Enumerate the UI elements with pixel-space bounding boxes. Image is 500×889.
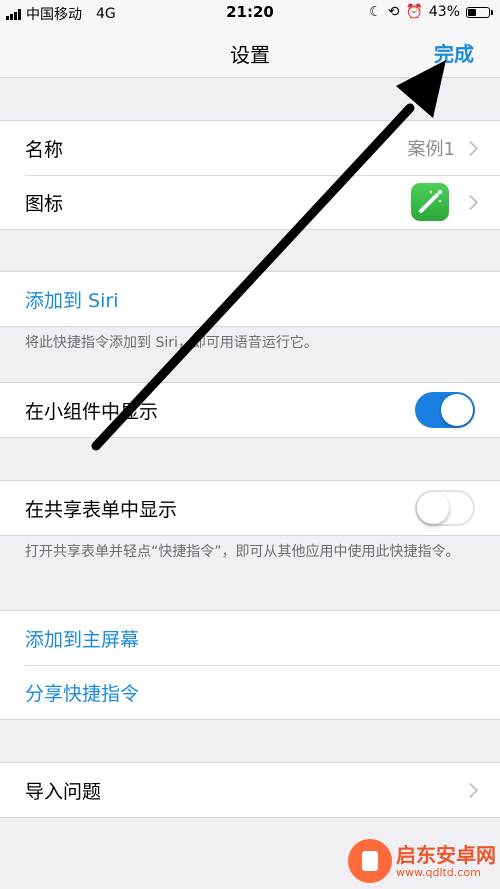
toggle-knob [441, 394, 473, 426]
add-to-siri-link[interactable]: 添加到 Siri [25, 286, 118, 313]
siri-note: 将此快捷指令添加到 Siri，即可用语音运行它。 [25, 335, 318, 351]
name-label: 名称 [25, 138, 64, 161]
battery-fill [468, 8, 476, 16]
watermark-text: 启东安卓网 www.qdltd.com [396, 844, 496, 879]
share-toggle[interactable] [415, 490, 475, 526]
orientation-lock-icon: ⟲ [387, 4, 400, 20]
toggle-knob [417, 492, 449, 524]
status-bar: 中国移动 4G 21:20 ☾ ⟲ ⏰ 43% [0, 0, 500, 26]
chevron-right-icon [462, 140, 479, 156]
icon-row-right [411, 175, 479, 229]
import-label: 导入问题 [25, 780, 102, 803]
nav-bar: 设置 完成 [0, 26, 500, 78]
battery-percent: 43% [428, 4, 460, 20]
share-group: 在共享表单中显示 [0, 480, 500, 536]
share-note: 打开共享表单并轻点“快捷指令”，即可从其他应用中使用此快捷指令。 [25, 544, 460, 560]
watermark: 启东安卓网 www.qdltd.com [348, 839, 496, 883]
magic-wand-icon [411, 183, 449, 221]
name-row[interactable]: 名称 案例1 [0, 121, 500, 175]
watermark-logo-icon [348, 839, 392, 883]
name-value: 案例1 [407, 139, 455, 160]
widget-toggle[interactable] [415, 392, 475, 428]
done-button[interactable]: 完成 [434, 38, 474, 67]
chevron-right-icon [462, 782, 479, 798]
add-home-row[interactable]: 添加到主屏幕 [0, 611, 500, 665]
share-shortcut-row[interactable]: 分享快捷指令 [0, 665, 500, 719]
action-group: 添加到主屏幕 分享快捷指令 [0, 610, 500, 720]
share-shortcut-link[interactable]: 分享快捷指令 [25, 679, 139, 706]
icon-row[interactable]: 图标 [0, 175, 500, 229]
watermark-name: 启东安卓网 [396, 842, 496, 867]
battery-icon [466, 6, 493, 18]
import-row[interactable]: 导入问题 [0, 763, 500, 817]
add-to-siri-row[interactable]: 添加到 Siri [0, 272, 500, 326]
info-group: 名称 案例1 图标 [0, 120, 500, 230]
icon-label: 图标 [25, 192, 64, 215]
watermark-url: www.qdltd.com [396, 865, 481, 879]
siri-group: 添加到 Siri [0, 271, 500, 327]
chevron-right-icon [462, 194, 479, 210]
alarm-icon: ⏰ [405, 4, 423, 20]
share-label: 在共享表单中显示 [25, 498, 178, 521]
status-right: ☾ ⟲ ⏰ 43% [369, 4, 493, 20]
name-row-right: 案例1 [407, 121, 479, 175]
import-group: 导入问题 [0, 762, 500, 818]
moon-icon: ☾ [369, 4, 382, 20]
widget-label: 在小组件中显示 [25, 400, 159, 423]
widget-group: 在小组件中显示 [0, 382, 500, 438]
widget-row: 在小组件中显示 [0, 383, 500, 437]
share-row: 在共享表单中显示 [0, 481, 500, 535]
page-title: 设置 [230, 43, 270, 67]
add-to-home-screen-link[interactable]: 添加到主屏幕 [25, 625, 139, 652]
widget-row-right [415, 383, 475, 437]
import-row-right [462, 763, 479, 817]
share-row-right [415, 481, 475, 535]
